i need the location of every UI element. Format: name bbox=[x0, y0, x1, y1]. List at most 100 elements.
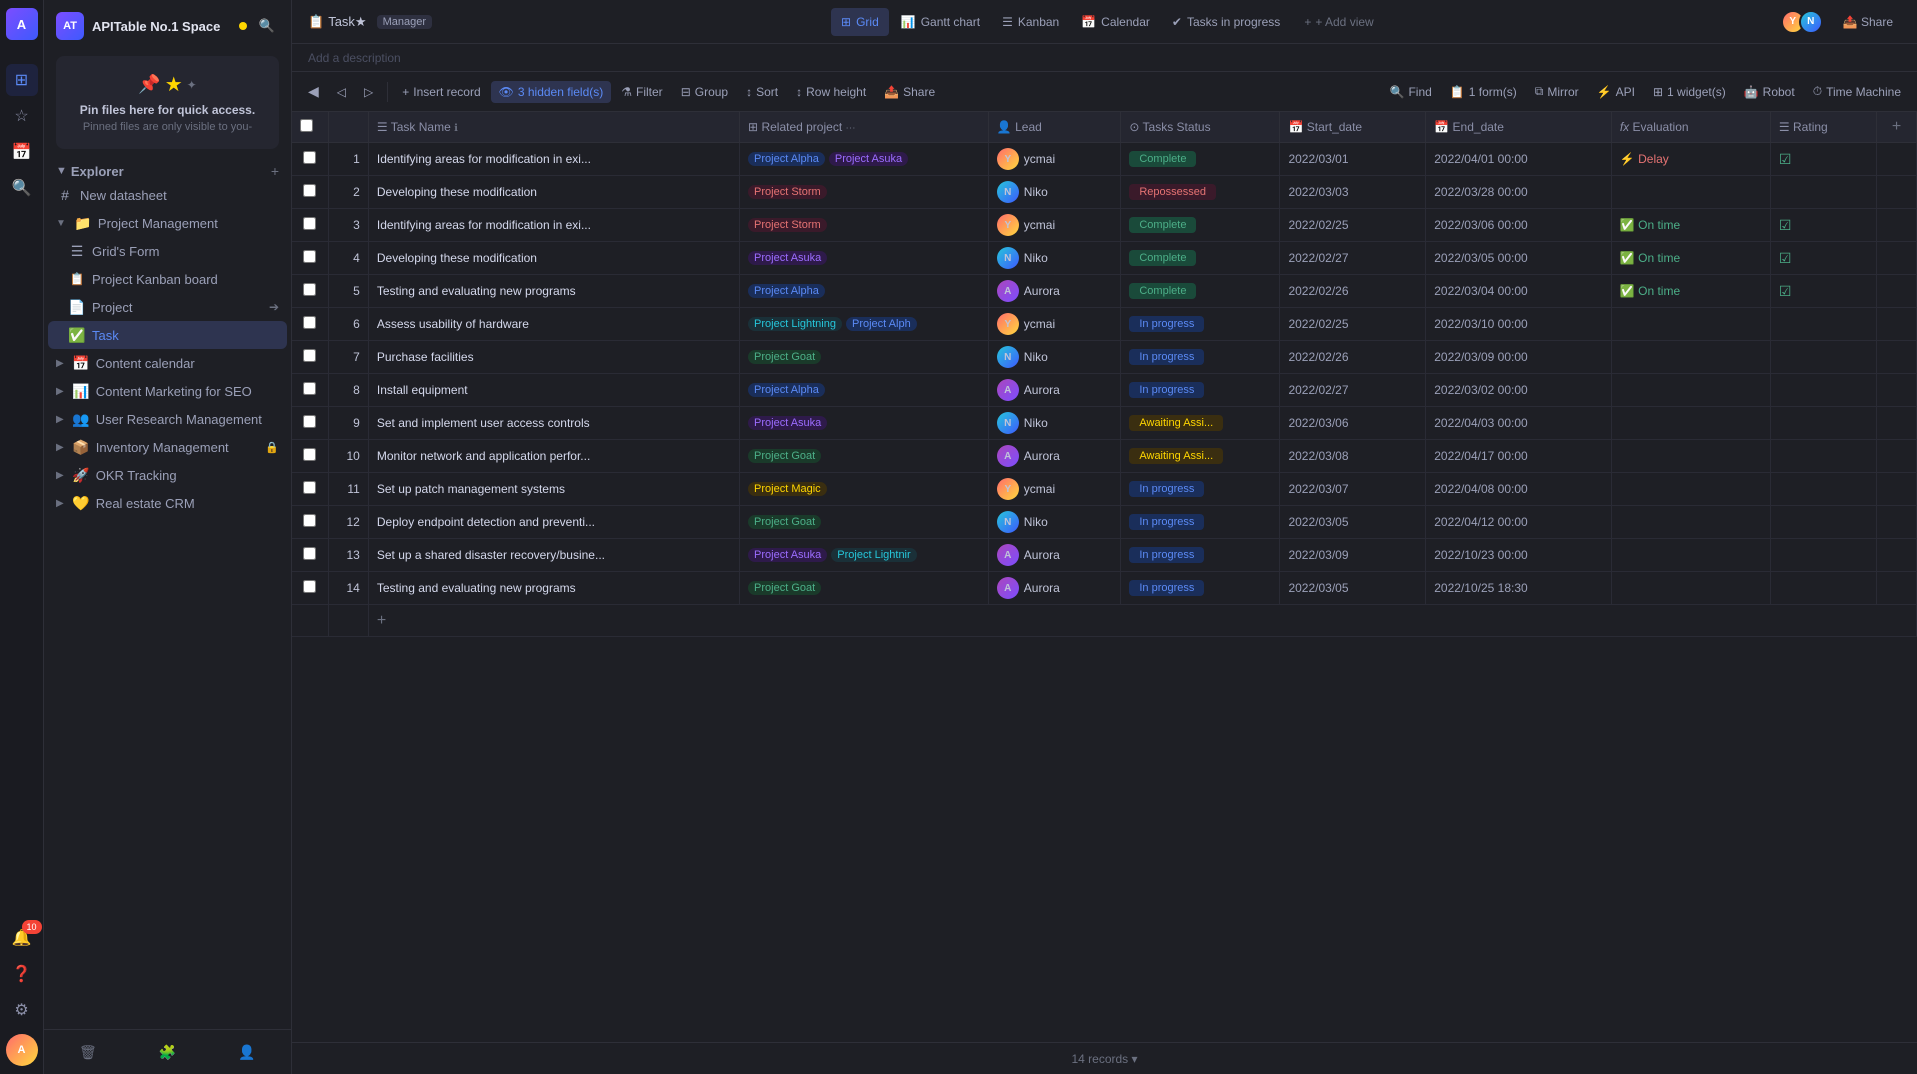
th-related-project[interactable]: ⊞ Related project ⋯ bbox=[740, 112, 989, 143]
header-task-link[interactable]: 📋 Task★ bbox=[308, 14, 367, 30]
workspace-search-btn[interactable]: 🔍 bbox=[255, 14, 279, 38]
robot-btn[interactable]: 🤖 Robot bbox=[1736, 81, 1803, 103]
calendar-icon[interactable]: 📅 bbox=[6, 136, 38, 168]
undo-btn[interactable]: ◁ bbox=[329, 81, 354, 103]
task-name-cell[interactable]: Monitor network and application perfor..… bbox=[368, 440, 739, 473]
task-name-cell[interactable]: Deploy endpoint detection and preventi..… bbox=[368, 506, 739, 539]
notification-icon[interactable]: 🔔 bbox=[6, 922, 38, 954]
sidebar-item-grids-form[interactable]: ☰ Grid's Form bbox=[48, 237, 287, 265]
th-lead[interactable]: 👤 Lead bbox=[988, 112, 1121, 143]
row-checkbox[interactable] bbox=[303, 547, 316, 560]
th-start-date[interactable]: 📅 Start_date bbox=[1280, 112, 1426, 143]
tab-tasks-progress[interactable]: ✔ Tasks in progress bbox=[1162, 8, 1290, 36]
row-checkbox[interactable] bbox=[303, 514, 316, 527]
template-btn[interactable]: 🧩 bbox=[153, 1038, 181, 1066]
task-name-cell[interactable]: Testing and evaluating new programs bbox=[368, 275, 739, 308]
time-machine-btn[interactable]: ⏱ Time Machine bbox=[1805, 80, 1909, 103]
status-badge[interactable]: In progress bbox=[1129, 481, 1204, 497]
add-record-btn[interactable]: + bbox=[377, 612, 386, 629]
tab-calendar[interactable]: 📅 Calendar bbox=[1071, 8, 1160, 36]
row-height-btn[interactable]: ↕ Row height bbox=[788, 81, 874, 103]
task-name-cell[interactable]: Purchase facilities bbox=[368, 341, 739, 374]
home-icon[interactable]: ⊞ bbox=[6, 64, 38, 96]
sidebar-item-new-datasheet[interactable]: # New datasheet bbox=[48, 181, 287, 209]
status-badge[interactable]: In progress bbox=[1129, 316, 1204, 332]
project-tag[interactable]: Project Alpha bbox=[748, 152, 825, 166]
project-tag[interactable]: Project Goat bbox=[748, 515, 821, 529]
api-btn[interactable]: ⚡ API bbox=[1589, 81, 1643, 103]
project-tag[interactable]: Project Asuka bbox=[748, 548, 827, 562]
th-rating[interactable]: ☰ Rating bbox=[1770, 112, 1876, 143]
settings-icon[interactable]: ⚙ bbox=[6, 994, 38, 1026]
trash-btn[interactable]: 🗑 bbox=[74, 1038, 102, 1066]
add-row[interactable]: + bbox=[292, 605, 1917, 637]
project-tag[interactable]: Project Alpha bbox=[748, 284, 825, 298]
status-badge[interactable]: Repossessed bbox=[1129, 184, 1216, 200]
project-tag[interactable]: Project Asuka bbox=[748, 416, 827, 430]
th-task-name[interactable]: ☰ Task Name ℹ bbox=[368, 112, 739, 143]
row-checkbox[interactable] bbox=[303, 481, 316, 494]
status-badge[interactable]: In progress bbox=[1129, 514, 1204, 530]
sidebar-item-project-kanban[interactable]: 📋 Project Kanban board bbox=[48, 265, 287, 293]
invite-btn[interactable]: 👤 bbox=[233, 1038, 261, 1066]
th-sort-icon[interactable]: ℹ bbox=[454, 123, 458, 134]
row-checkbox[interactable] bbox=[303, 448, 316, 461]
tab-gantt[interactable]: 📊 Gantt chart bbox=[891, 8, 990, 36]
task-name-cell[interactable]: Assess usability of hardware bbox=[368, 308, 739, 341]
tab-grid[interactable]: ⊞ Grid bbox=[831, 8, 889, 36]
table-container[interactable]: ☰ Task Name ℹ ⊞ Related project ⋯ 👤 Lead bbox=[292, 112, 1917, 1042]
sort-btn[interactable]: ↕ Sort bbox=[738, 81, 786, 103]
status-badge[interactable]: In progress bbox=[1129, 547, 1204, 563]
project-tag[interactable]: Project Magic bbox=[748, 482, 827, 496]
th-end-date[interactable]: 📅 End_date bbox=[1426, 112, 1612, 143]
share-btn[interactable]: 📤 Share bbox=[876, 81, 943, 103]
collapse-sidebar-btn[interactable]: ◀ bbox=[300, 79, 327, 104]
hidden-fields-btn[interactable]: 👁 3 hidden field(s) bbox=[491, 81, 612, 103]
row-checkbox[interactable] bbox=[303, 349, 316, 362]
sidebar-item-project-management[interactable]: ▼ 📁 Project Management + bbox=[48, 209, 287, 237]
related-project-sort[interactable]: ⋯ bbox=[846, 123, 856, 134]
th-add-col[interactable]: + bbox=[1877, 112, 1917, 143]
widget-btn[interactable]: ⊞ 1 widget(s) bbox=[1645, 81, 1734, 103]
sidebar-item-task[interactable]: ✅ Task bbox=[48, 321, 287, 349]
project-tag[interactable]: Project Asuka bbox=[748, 251, 827, 265]
add-column-btn[interactable]: + bbox=[1892, 118, 1901, 135]
task-name-cell[interactable]: Developing these modification bbox=[368, 242, 739, 275]
row-checkbox[interactable] bbox=[303, 283, 316, 296]
project-tag[interactable]: Project Storm bbox=[748, 218, 827, 232]
status-badge[interactable]: Complete bbox=[1129, 283, 1196, 299]
sidebar-item-project[interactable]: 📄 Project ➔ bbox=[48, 293, 287, 321]
add-view-btn[interactable]: + + Add view bbox=[1296, 11, 1381, 33]
row-checkbox[interactable] bbox=[303, 415, 316, 428]
forms-btn[interactable]: 📋 1 form(s) bbox=[1442, 81, 1525, 103]
share-header-btn[interactable]: 📤 Share bbox=[1835, 11, 1901, 33]
status-badge[interactable]: Awaiting Assi... bbox=[1129, 448, 1223, 464]
user-avatar-icon[interactable]: A bbox=[6, 1034, 38, 1066]
mirror-btn[interactable]: ⧉ Mirror bbox=[1527, 80, 1587, 103]
help-icon[interactable]: ❓ bbox=[6, 958, 38, 990]
row-checkbox[interactable] bbox=[303, 217, 316, 230]
sidebar-item-real-estate[interactable]: ▶ 💛 Real estate CRM bbox=[48, 489, 287, 517]
project-tag[interactable]: Project Goat bbox=[748, 581, 821, 595]
project-tag[interactable]: Project Lightnir bbox=[831, 548, 916, 562]
row-checkbox[interactable] bbox=[303, 382, 316, 395]
sidebar-item-content-calendar[interactable]: ▶ 📅 Content calendar bbox=[48, 349, 287, 377]
task-name-cell[interactable]: Set and implement user access controls bbox=[368, 407, 739, 440]
th-evaluation[interactable]: fx Evaluation bbox=[1611, 112, 1770, 143]
status-badge[interactable]: In progress bbox=[1129, 382, 1204, 398]
status-badge[interactable]: Awaiting Assi... bbox=[1129, 415, 1223, 431]
row-checkbox[interactable] bbox=[303, 184, 316, 197]
task-name-cell[interactable]: Set up a shared disaster recovery/busine… bbox=[368, 539, 739, 572]
row-checkbox[interactable] bbox=[303, 151, 316, 164]
sidebar-item-content-marketing[interactable]: ▶ 📊 Content Marketing for SEO bbox=[48, 377, 287, 405]
task-name-cell[interactable]: Set up patch management systems bbox=[368, 473, 739, 506]
sidebar-item-okr[interactable]: ▶ 🚀 OKR Tracking bbox=[48, 461, 287, 489]
project-tag[interactable]: Project Asuka bbox=[829, 152, 908, 166]
sidebar-item-user-research[interactable]: ▶ 👥 User Research Management bbox=[48, 405, 287, 433]
project-tag[interactable]: Project Goat bbox=[748, 449, 821, 463]
insert-record-btn[interactable]: + Insert record bbox=[394, 81, 488, 103]
th-status[interactable]: ⊙ Tasks Status bbox=[1121, 112, 1280, 143]
sidebar-item-inventory[interactable]: ▶ 📦 Inventory Management 🔒 bbox=[48, 433, 287, 461]
status-badge[interactable]: Complete bbox=[1129, 151, 1196, 167]
filter-btn[interactable]: ⚗ Filter bbox=[613, 81, 670, 103]
